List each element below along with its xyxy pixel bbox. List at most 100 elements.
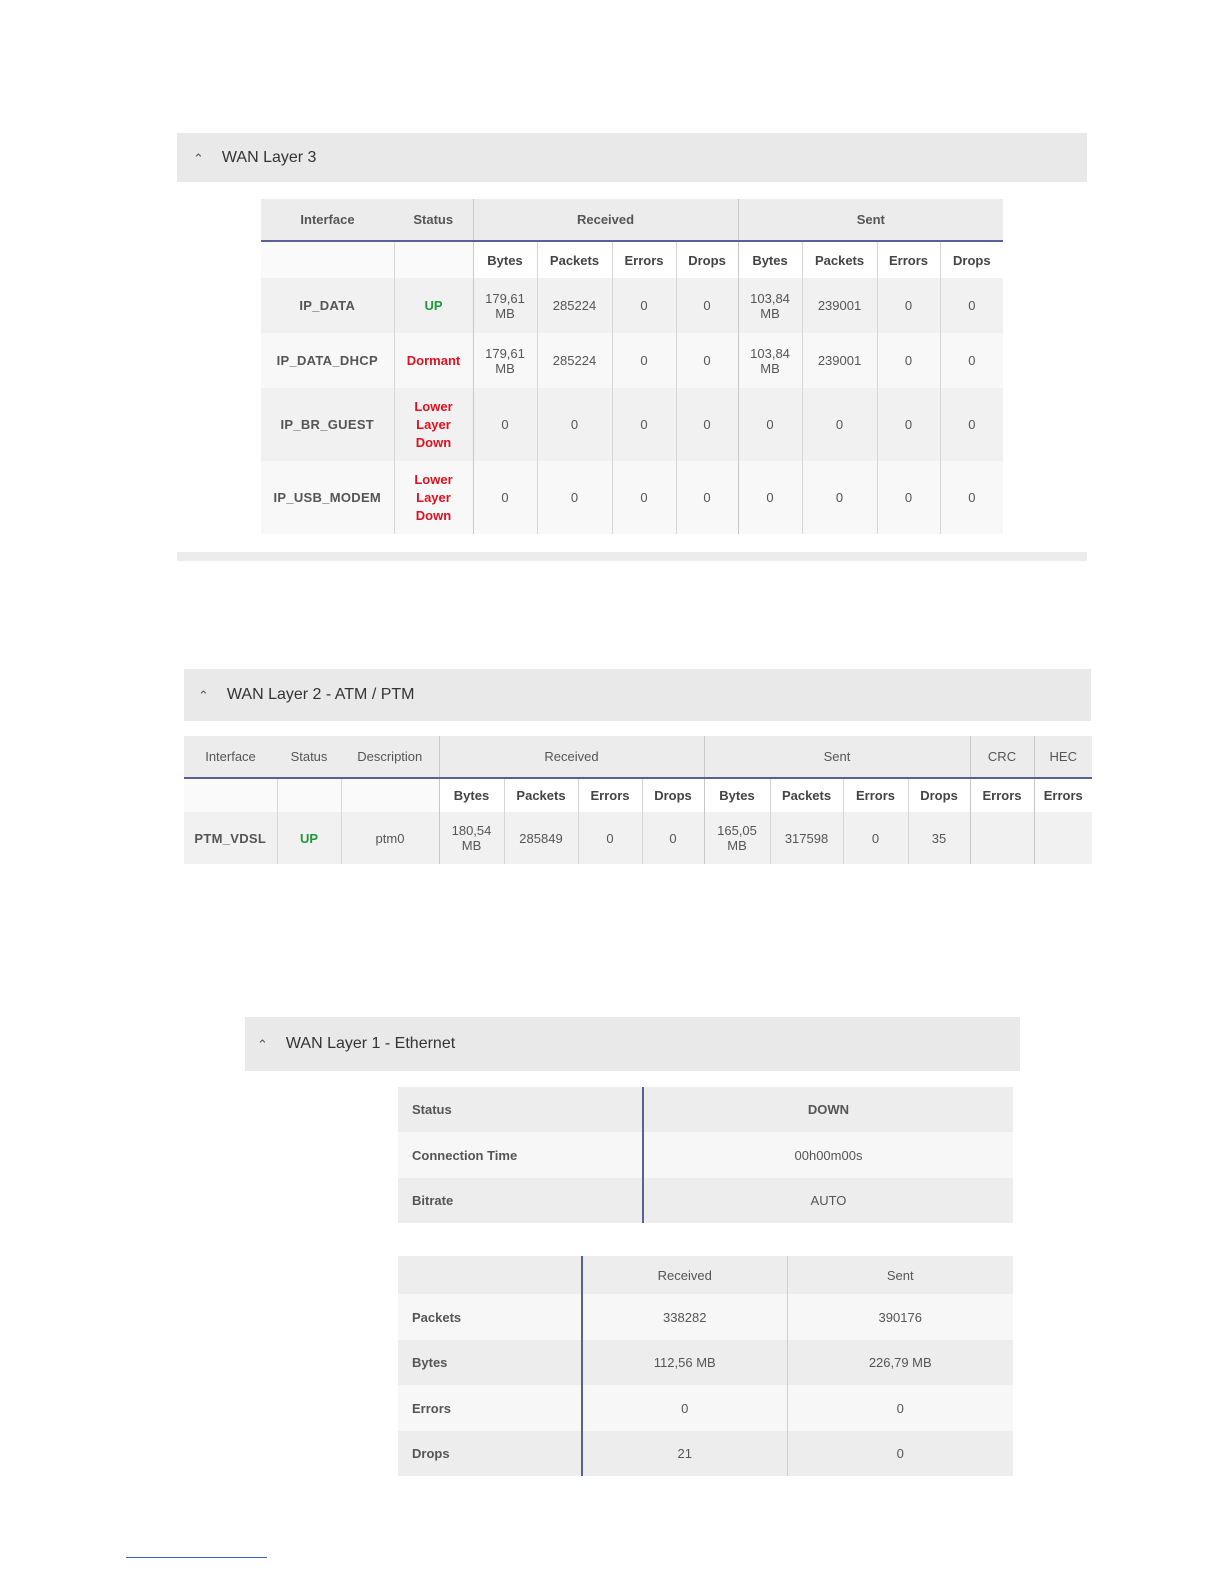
col-sent: Sent (737, 199, 1004, 242)
blank-cell (261, 241, 394, 278)
tx-errors: 0 (876, 461, 941, 534)
col-description: Description (341, 736, 439, 779)
rx-bytes: 180,54 MB (438, 812, 504, 864)
sub-rx-bytes: Bytes (472, 241, 537, 278)
tx-drops: 35 (907, 812, 971, 864)
table-row: Connection Time 00h00m00s (398, 1132, 1013, 1178)
table-row: Bytes 112,56 MB 226,79 MB (398, 1340, 1013, 1385)
table-row: IP_USB_MODEM Lower Layer Down 0 0 0 0 0 … (261, 461, 1004, 534)
status-badge: Dormant (393, 333, 473, 388)
rx-errors: 0 (611, 461, 676, 534)
rx-bytes: 179,61 MB (472, 278, 537, 333)
status-badge: Lower Layer Down (393, 388, 473, 461)
col-status: Status (394, 199, 473, 242)
col-interface: Interface (261, 199, 394, 242)
rx-bytes: 0 (472, 388, 537, 461)
tx-bytes: 165,05 MB (703, 812, 771, 864)
tx-drops: 0 (939, 278, 1004, 333)
col-sent: Sent (703, 736, 971, 779)
tx-drops: 0 (939, 461, 1004, 534)
sub-hec-errors: Errors (1033, 778, 1093, 812)
table-row: Errors 0 0 (398, 1385, 1013, 1431)
sub-rx-errors: Errors (611, 241, 676, 278)
tx-packets: 317598 (769, 812, 844, 864)
section-divider (177, 552, 1087, 561)
tx-drops: 0 (939, 388, 1004, 461)
footnote-separator (126, 1557, 267, 1558)
blank-cell (393, 241, 473, 278)
col-sent: Sent (786, 1256, 1013, 1294)
col-received: Received (582, 1256, 787, 1294)
connection-time-value: 00h00m00s (794, 1147, 863, 1163)
rx-packets: 285849 (503, 812, 578, 864)
col-received: Received (438, 736, 705, 779)
rx-drops: 0 (675, 333, 739, 388)
status-value: DOWN (807, 1102, 850, 1117)
wan-layer2-header[interactable]: ⌃ WAN Layer 2 - ATM / PTM (184, 669, 1091, 721)
table-row: PTM_VDSL UP ptm0 180,54 MB 285849 0 0 16… (184, 812, 1093, 864)
sub-rx-packets: Packets (536, 241, 612, 278)
status-badge: UP (393, 278, 473, 333)
rx-packets: 285224 (536, 333, 612, 388)
sub-tx-errors: Errors (876, 241, 941, 278)
sub-tx-packets: Packets (769, 778, 844, 812)
tx-bytes: 103,84 MB (737, 278, 803, 333)
rx-drops: 0 (675, 278, 739, 333)
chevron-up-icon[interactable]: ⌃ (257, 1037, 268, 1053)
rx-packets: 0 (536, 388, 612, 461)
sub-tx-drops: Drops (939, 241, 1004, 278)
sub-tx-errors: Errors (842, 778, 909, 812)
interface-name: IP_DATA (261, 278, 394, 333)
tx-drops: 0 (939, 333, 1004, 388)
interface-name: IP_USB_MODEM (261, 461, 394, 534)
sub-tx-bytes: Bytes (703, 778, 771, 812)
sub-tx-drops: Drops (907, 778, 971, 812)
tx-bytes: 0 (737, 388, 803, 461)
section-title: WAN Layer 3 (221, 148, 317, 166)
status-badge: UP (276, 812, 341, 864)
sub-rx-drops: Drops (675, 241, 739, 278)
sub-tx-bytes: Bytes (737, 241, 803, 278)
col-interface: Interface (184, 736, 277, 779)
blank-cell (340, 778, 439, 812)
wan-layer3-table: Interface Status Received Sent Bytes Pac… (261, 199, 1004, 534)
col-status: Status (277, 736, 341, 779)
table-row: IP_DATA UP 179,61 MB 285224 0 0 103,84 M… (261, 278, 1004, 333)
tx-packets: 239001 (801, 333, 878, 388)
drops-label: Drops (398, 1431, 583, 1476)
blank-cell (276, 778, 341, 812)
status-label: Status (398, 1087, 644, 1132)
rx-bytes: 0 (472, 461, 537, 534)
wan-layer1-header[interactable]: ⌃ WAN Layer 1 - Ethernet (245, 1017, 1020, 1071)
interface-name: IP_BR_GUEST (261, 388, 394, 461)
chevron-up-icon[interactable]: ⌃ (198, 688, 209, 704)
table-row: Bitrate AUTO (398, 1178, 1013, 1223)
tx-packets: 239001 (801, 278, 878, 333)
interface-name: IP_DATA_DHCP (261, 333, 394, 388)
bytes-received: 112,56 MB (653, 1355, 716, 1370)
table-row: Status DOWN (398, 1087, 1013, 1132)
connection-time-label: Connection Time (398, 1132, 644, 1178)
tx-errors: 0 (842, 812, 909, 864)
rx-bytes: 179,61 MB (472, 333, 537, 388)
drops-sent: 0 (786, 1431, 1013, 1476)
rx-drops: 0 (641, 812, 705, 864)
errors-label: Errors (398, 1385, 583, 1431)
section-title: WAN Layer 1 - Ethernet (285, 1035, 456, 1052)
blank-cell (398, 1256, 583, 1294)
chevron-up-icon[interactable]: ⌃ (193, 151, 204, 167)
tx-packets: 0 (801, 461, 878, 534)
bytes-label: Bytes (398, 1340, 583, 1385)
interface-name: PTM_VDSL (184, 812, 277, 864)
table-row: Drops 21 0 (398, 1431, 1013, 1476)
status-badge: Lower Layer Down (393, 461, 473, 534)
bytes-sent: 226,79 MB (786, 1340, 1013, 1385)
blank-cell (184, 778, 277, 812)
section-title: WAN Layer 2 - ATM / PTM (226, 686, 415, 703)
rx-drops: 0 (675, 461, 739, 534)
rx-errors: 0 (611, 333, 676, 388)
rx-errors: 0 (611, 278, 676, 333)
col-crc: CRC (969, 736, 1035, 779)
tx-bytes: 103,84 MB (737, 333, 803, 388)
wan-layer3-header[interactable]: ⌃ WAN Layer 3 (177, 133, 1087, 182)
